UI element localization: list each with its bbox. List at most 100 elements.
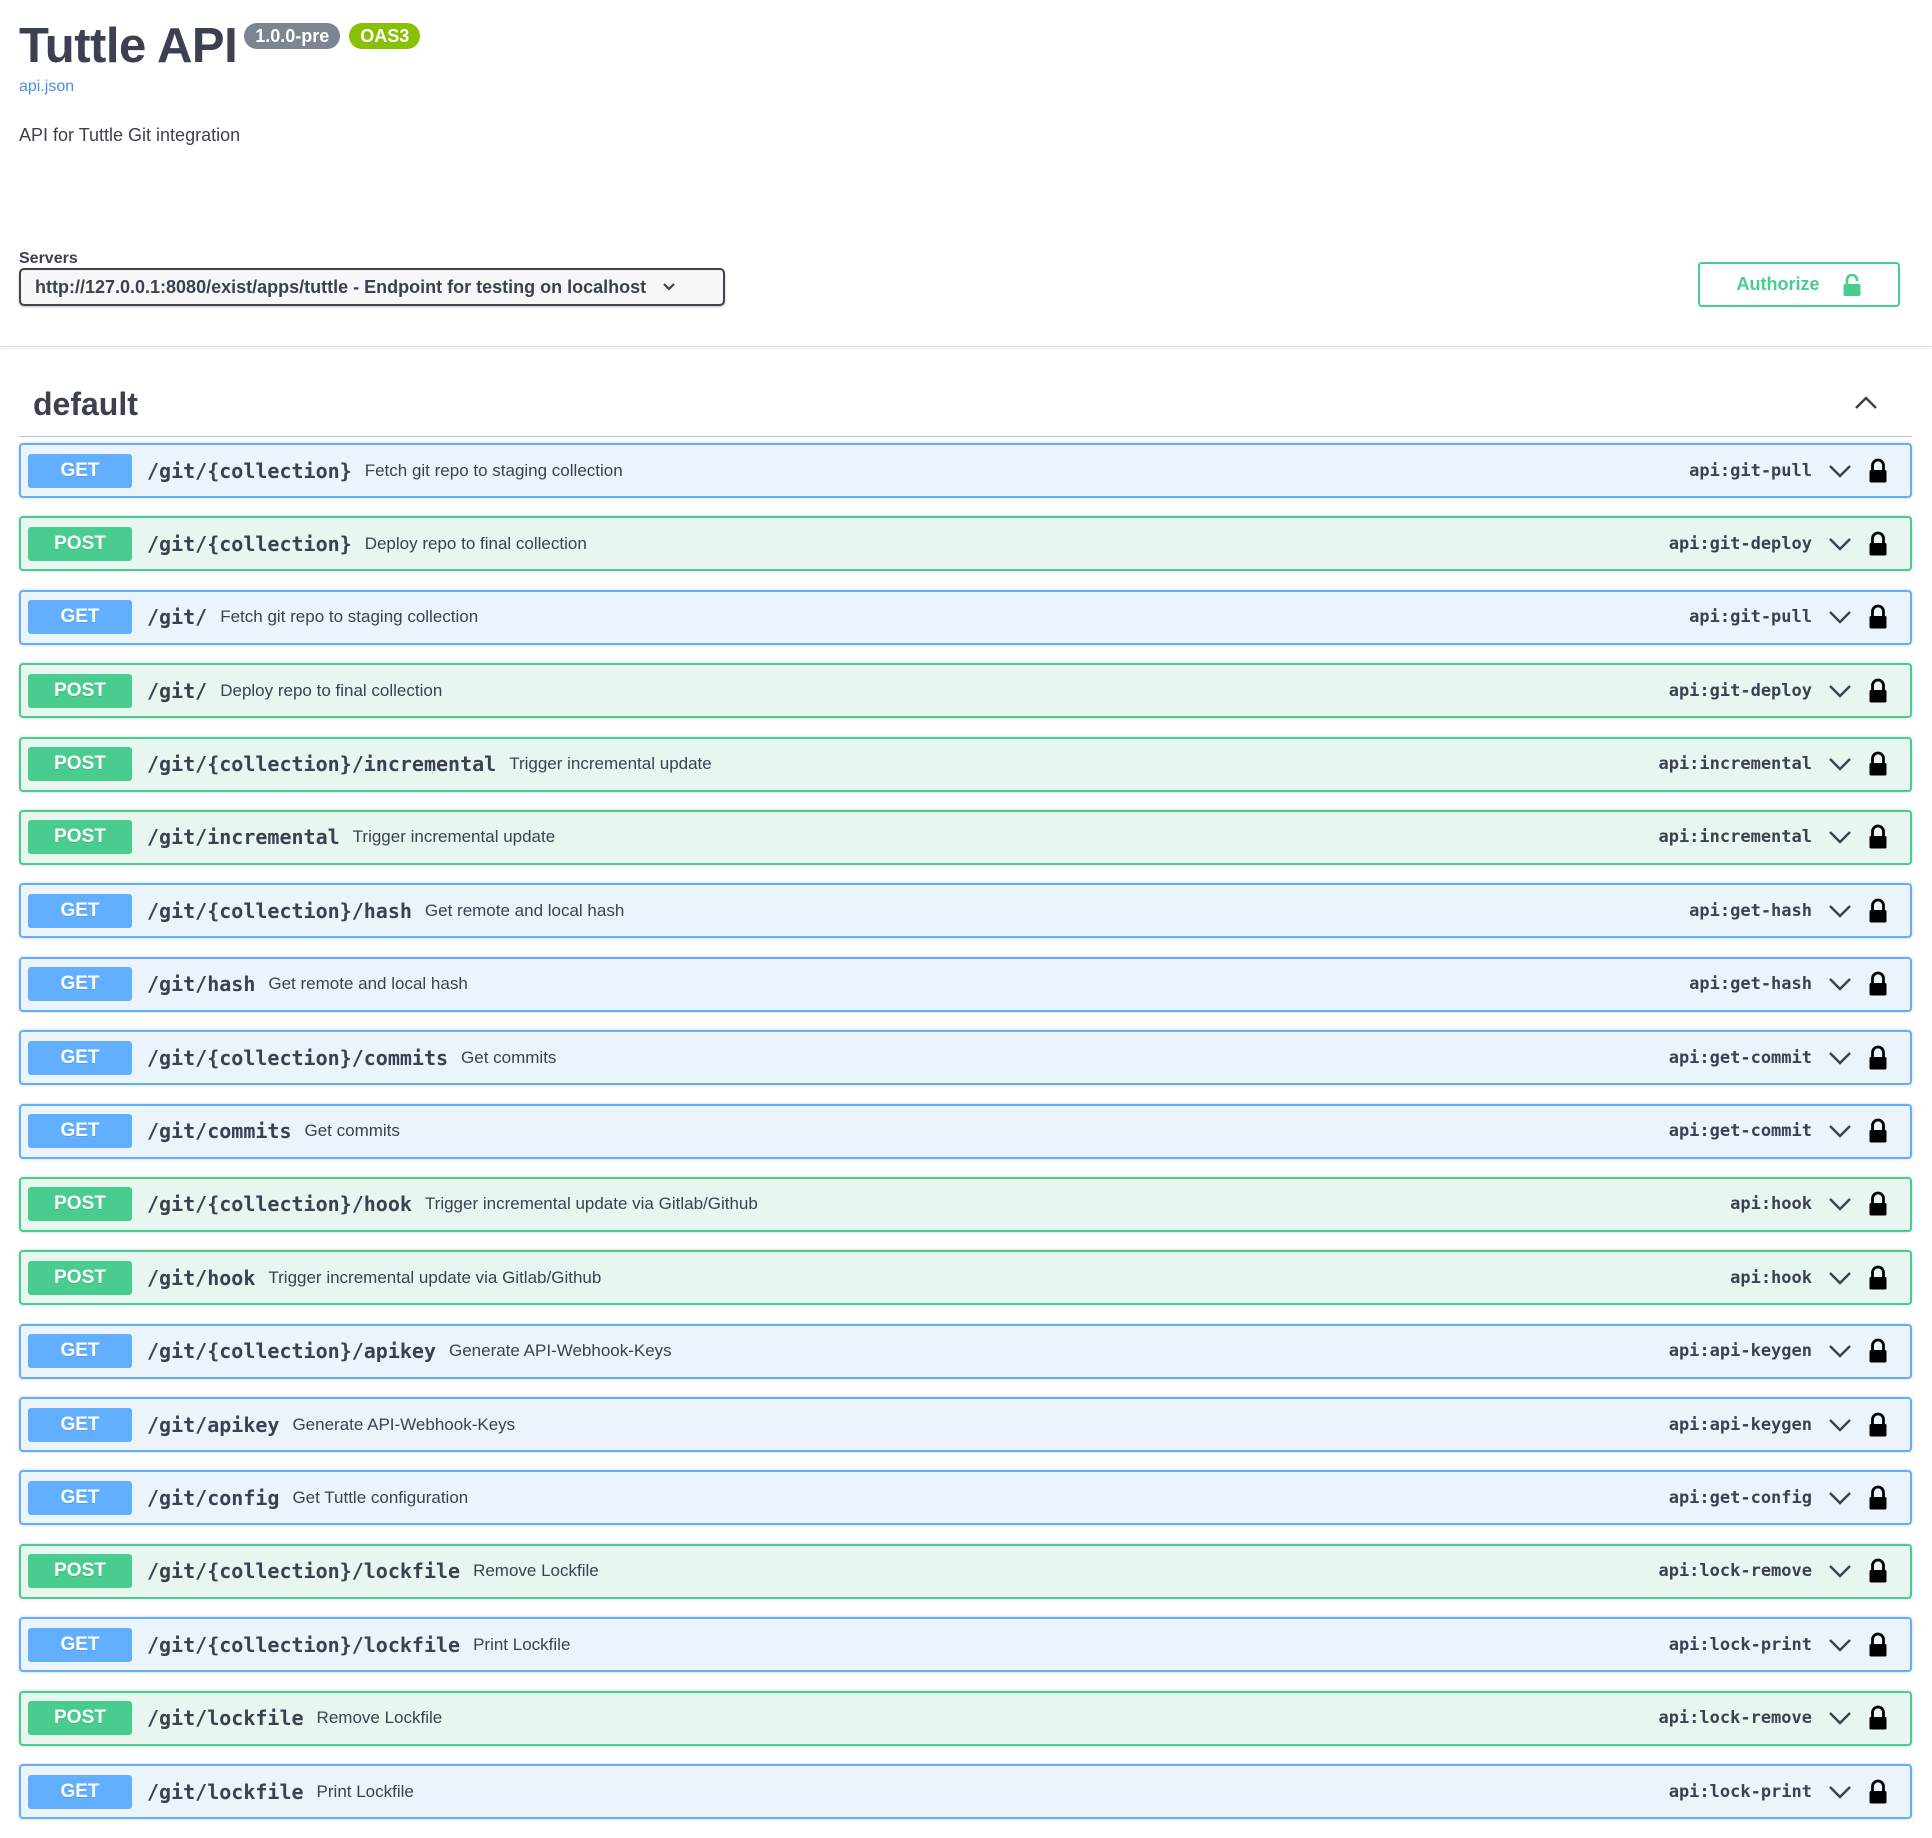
locked-icon[interactable] bbox=[1868, 1779, 1888, 1805]
method-badge: GET bbox=[28, 1627, 132, 1662]
chevron-down-icon[interactable] bbox=[1828, 537, 1852, 551]
operation-path: /git/{collection} bbox=[147, 531, 352, 556]
method-badge: POST bbox=[28, 1554, 132, 1589]
servers-select[interactable]: http://127.0.0.1:8080/exist/apps/tuttle … bbox=[19, 268, 725, 306]
chevron-down-icon[interactable] bbox=[1828, 1344, 1852, 1358]
chevron-down-icon[interactable] bbox=[1828, 1197, 1852, 1212]
operation-id: api:lock-remove bbox=[1658, 1561, 1812, 1582]
chevron-down-icon[interactable] bbox=[1828, 1785, 1852, 1799]
locked-icon[interactable] bbox=[1868, 678, 1888, 704]
chevron-down-icon[interactable] bbox=[1828, 610, 1852, 624]
operation-summary: Get remote and local hash bbox=[268, 974, 468, 994]
locked-icon[interactable] bbox=[1868, 531, 1888, 557]
operation-row-post[interactable]: POST/git/{collection}/incremental Trigger… bbox=[19, 736, 1912, 792]
operation-summary: Get remote and local hash bbox=[424, 900, 625, 920]
api-info: Tuttle API 1.0.0-pre OAS3 api.json API f… bbox=[19, 16, 1909, 147]
locked-icon[interactable] bbox=[1868, 1705, 1888, 1731]
operation-row-post[interactable]: POST/git/{collection}/lockfile Remove Loc… bbox=[19, 1543, 1912, 1599]
authorize-button[interactable]: Authorize bbox=[1698, 262, 1900, 307]
tag-section-header[interactable]: default bbox=[19, 370, 1912, 437]
operation-id: api:incremental bbox=[1658, 827, 1812, 848]
operation-path: /git/lockfile bbox=[147, 1779, 304, 1804]
oas-badge: OAS3 bbox=[349, 23, 421, 49]
operation-summary: Get commits bbox=[461, 1047, 557, 1067]
operation-row-post[interactable]: POST/git/lockfile Remove Lockfile api:lock… bbox=[19, 1690, 1912, 1746]
operation-summary: Fetch git repo to staging collection bbox=[220, 607, 479, 627]
chevron-down-icon[interactable] bbox=[1828, 1564, 1852, 1579]
method-badge: GET bbox=[28, 1040, 132, 1075]
operation-summary: Trigger incremental update via Gitlab/Gi… bbox=[424, 1194, 758, 1214]
operation-id: api:git-pull bbox=[1689, 460, 1812, 481]
locked-icon[interactable] bbox=[1868, 1045, 1888, 1071]
method-badge: GET bbox=[28, 1114, 132, 1149]
spec-link[interactable]: api.json bbox=[19, 76, 1909, 98]
operation-id: api:lock-print bbox=[1668, 1781, 1812, 1802]
api-title: Tuttle API bbox=[19, 19, 238, 73]
chevron-down-icon[interactable] bbox=[1828, 684, 1852, 698]
locked-icon[interactable] bbox=[1868, 1485, 1888, 1511]
locked-icon[interactable] bbox=[1868, 1338, 1888, 1364]
operation-row-get[interactable]: GET/git/{collection}/hash Get remote and … bbox=[19, 883, 1912, 939]
locked-icon[interactable] bbox=[1868, 1191, 1888, 1217]
operation-row-post[interactable]: POST/git/Deploy repo to final collection… bbox=[19, 663, 1912, 719]
locked-icon[interactable] bbox=[1868, 458, 1888, 484]
chevron-down-icon[interactable] bbox=[1828, 1711, 1852, 1725]
method-badge: POST bbox=[28, 820, 132, 855]
locked-icon[interactable] bbox=[1868, 1558, 1888, 1584]
operation-row-get[interactable]: GET/git/{collection} Fetch git repo to st… bbox=[19, 443, 1912, 498]
chevron-down-icon[interactable] bbox=[1828, 1051, 1852, 1065]
operation-path: /git/commits bbox=[147, 1119, 292, 1144]
operation-row-get[interactable]: GET/git/apikey Generate API-Webhook-Keys a… bbox=[19, 1397, 1912, 1453]
locked-icon[interactable] bbox=[1868, 824, 1888, 850]
chevron-down-icon[interactable] bbox=[1828, 1124, 1852, 1138]
operation-row-post[interactable]: POST/git/{collection} Deploy repo to fina… bbox=[19, 516, 1912, 572]
operation-id: api:git-deploy bbox=[1668, 680, 1812, 701]
operation-id: api:lock-remove bbox=[1658, 1708, 1812, 1729]
chevron-down-icon[interactable] bbox=[1828, 830, 1852, 845]
locked-icon[interactable] bbox=[1868, 1412, 1888, 1438]
operation-row-get[interactable]: GET/git/Fetch git repo to staging collec… bbox=[19, 589, 1912, 645]
chevron-down-icon[interactable] bbox=[1828, 464, 1852, 478]
locked-icon[interactable] bbox=[1868, 1265, 1888, 1291]
operation-row-post[interactable]: POST/git/{collection}/hook Trigger increm… bbox=[19, 1176, 1912, 1232]
operations-list: GET/git/{collection} Fetch git repo to st… bbox=[19, 443, 1912, 1837]
operation-row-get[interactable]: GET/git/{collection}/apikey Generate API-… bbox=[19, 1323, 1912, 1379]
operation-row-get[interactable]: GET/git/lockfile Print Lockfile api:lock-p… bbox=[19, 1764, 1912, 1820]
method-badge: POST bbox=[28, 747, 132, 782]
chevron-down-icon[interactable] bbox=[1828, 1271, 1852, 1285]
operation-row-get[interactable]: GET/git/hash Get remote and local hash api… bbox=[19, 956, 1912, 1012]
servers-bar: Servers http://127.0.0.1:8080/exist/apps… bbox=[0, 230, 1932, 347]
tag-name: default bbox=[33, 386, 138, 422]
chevron-down-icon[interactable] bbox=[1828, 1638, 1852, 1652]
chevron-down-icon bbox=[662, 282, 676, 292]
locked-icon[interactable] bbox=[1868, 751, 1888, 777]
chevron-down-icon[interactable] bbox=[1828, 757, 1852, 771]
operation-path: /git/{collection}/hook bbox=[147, 1192, 412, 1217]
operation-row-get[interactable]: GET/git/{collection}/lockfile Print Lockf… bbox=[19, 1617, 1912, 1673]
locked-icon[interactable] bbox=[1868, 1632, 1888, 1658]
operation-row-get[interactable]: GET/git/config Get Tuttle configuration ap… bbox=[19, 1470, 1912, 1526]
chevron-down-icon[interactable] bbox=[1828, 1491, 1852, 1505]
locked-icon[interactable] bbox=[1868, 971, 1888, 997]
swagger-ui-page: Tuttle API 1.0.0-pre OAS3 api.json API f… bbox=[0, 0, 1932, 1838]
operation-row-post[interactable]: POST/git/incremental Trigger incremental … bbox=[19, 809, 1912, 865]
operation-path: /git/{collection}/hash bbox=[147, 898, 412, 923]
method-badge: POST bbox=[28, 1187, 132, 1222]
method-badge: GET bbox=[28, 600, 132, 635]
chevron-down-icon[interactable] bbox=[1828, 904, 1852, 918]
chevron-down-icon[interactable] bbox=[1828, 977, 1852, 991]
locked-icon[interactable] bbox=[1868, 604, 1888, 630]
method-badge: GET bbox=[28, 1774, 132, 1809]
operation-row-post[interactable]: POST/git/hook Trigger incremental update … bbox=[19, 1250, 1912, 1306]
operation-summary: Trigger incremental update via Gitlab/Gi… bbox=[268, 1267, 602, 1287]
operation-path: /git/apikey bbox=[147, 1412, 280, 1437]
chevron-up-icon[interactable] bbox=[1854, 396, 1878, 410]
locked-icon[interactable] bbox=[1868, 898, 1888, 924]
chevron-down-icon[interactable] bbox=[1828, 1418, 1852, 1432]
locked-icon[interactable] bbox=[1868, 1118, 1888, 1144]
unlocked-icon bbox=[1842, 273, 1862, 297]
operation-row-get[interactable]: GET/git/commits Get commits api:get-commit bbox=[19, 1103, 1912, 1159]
operation-row-get[interactable]: GET/git/{collection}/commits Get commits a… bbox=[19, 1030, 1912, 1086]
method-badge: GET bbox=[28, 893, 132, 928]
method-badge: POST bbox=[28, 526, 132, 561]
